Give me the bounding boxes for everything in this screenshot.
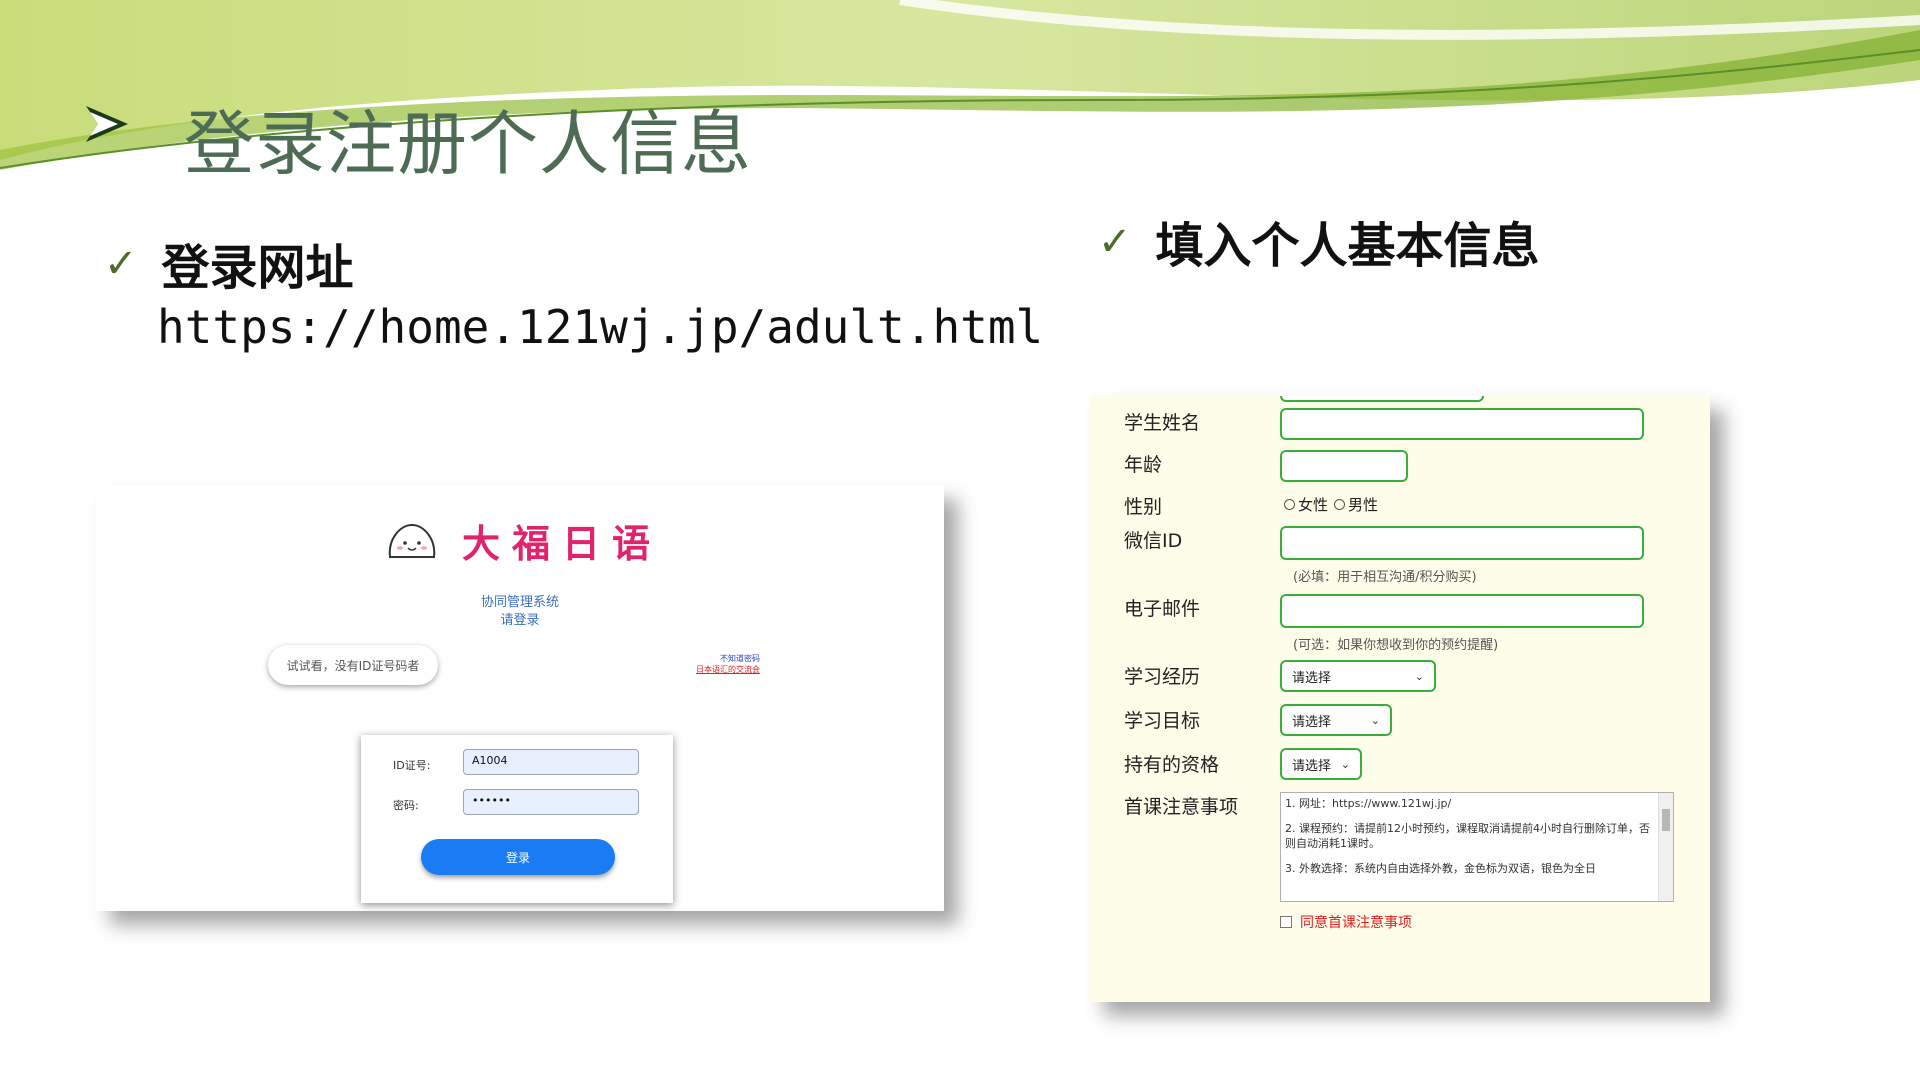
email-note: (可选：如果你想收到你的预约提醒) — [1293, 638, 1499, 653]
system-name: 协同管理系统 — [480, 595, 559, 610]
email-label: 电子邮件 — [1124, 598, 1201, 620]
reset-link[interactable]: 日本语汇的交流会 — [696, 664, 760, 675]
bullet-personal-info: ✓ 填入个人基本信息 — [1098, 218, 1540, 274]
email-input[interactable] — [1280, 594, 1644, 628]
password-label: 密码: — [393, 799, 419, 812]
wechat-label: 微信ID — [1124, 530, 1183, 552]
notes-scrollbar[interactable] — [1658, 793, 1673, 901]
brand-name: 大福日语 — [462, 522, 663, 566]
id-label: ID证号: — [393, 759, 431, 772]
password-input[interactable]: •••••• — [463, 789, 639, 815]
bullet-login-url-label: 登录网址 — [161, 240, 354, 296]
slide-title: 登录注册个人信息 — [184, 103, 752, 185]
agree-label: 同意首课注意事项 — [1300, 915, 1412, 931]
login-url: https://home.121wj.jp/adult.html — [157, 300, 1044, 354]
notes-line-2: 2. 课程预约：请提前12小时预约，课程取消请提前4小时自行删除订单，否则自动消… — [1285, 822, 1650, 850]
cert-label: 持有的资格 — [1124, 754, 1220, 776]
forgot-links: 不知道密码 日本语汇的交流会 — [696, 653, 760, 675]
chevron-down-icon: ⌄ — [1340, 757, 1350, 771]
wechat-input[interactable] — [1280, 526, 1644, 560]
login-page-screenshot: 大福日语 协同管理系统 请登录 试试看，没有ID证号码者 不知道密码 日本语汇的… — [96, 485, 944, 911]
history-select-value: 请选择 — [1292, 670, 1332, 686]
radio-female[interactable] — [1284, 499, 1295, 510]
title-arrow-icon — [86, 106, 128, 142]
notes-line-1: 1. 网址：https://www.121wj.jp/ — [1285, 797, 1452, 810]
login-form: ID证号: A1004 密码: •••••• 登录 — [361, 735, 673, 903]
checkmark-icon: ✓ — [1098, 219, 1132, 265]
bullet-personal-info-label: 填入个人基本信息 — [1155, 218, 1540, 274]
goal-label: 学习目标 — [1124, 710, 1201, 732]
id-input[interactable]: A1004 — [463, 749, 639, 775]
brand-header: 大福日语 — [386, 513, 662, 568]
gender-female-label: 女性 — [1298, 496, 1329, 514]
goal-select-value: 请选择 — [1292, 714, 1332, 730]
forgot-password-link[interactable]: 不知道密码 — [696, 653, 760, 664]
scroll-thumb[interactable] — [1662, 809, 1670, 831]
history-label: 学习经历 — [1124, 666, 1201, 688]
name-label: 学生姓名 — [1124, 412, 1201, 434]
gender-male-label: 男性 — [1348, 496, 1379, 514]
cert-select[interactable]: 请选择 ⌄ — [1280, 748, 1362, 780]
age-label: 年龄 — [1124, 454, 1163, 476]
name-input[interactable] — [1280, 408, 1644, 440]
chevron-down-icon: ⌄ — [1370, 713, 1380, 727]
agree-row: 同意首课注意事项 — [1280, 912, 1412, 932]
notes-textarea[interactable]: 1. 网址：https://www.121wj.jp/ 2. 课程预约：请提前1… — [1280, 792, 1674, 902]
wechat-note: (必填：用于相互沟通/积分购买) — [1293, 570, 1477, 585]
cert-select-value: 请选择 — [1292, 758, 1332, 774]
notes-line-3: 3. 外教选择：系统内自由选择外教，金色标为双语，银色为全日 — [1285, 862, 1596, 875]
radio-male[interactable] — [1334, 499, 1346, 510]
age-input[interactable] — [1280, 450, 1408, 482]
history-select[interactable]: 请选择 ⌄ — [1280, 660, 1436, 692]
agree-checkbox[interactable] — [1280, 916, 1292, 928]
notes-label: 首课注意事项 — [1124, 796, 1239, 818]
registration-form-screenshot: 学生姓名 年龄 性别 女性 男性 微信ID (必填：用于相互沟通/积分购买) 电… — [1090, 396, 1710, 1002]
try-without-id-button[interactable]: 试试看，没有ID证号码者 — [268, 645, 438, 685]
chevron-down-icon: ⌄ — [1414, 669, 1424, 683]
mochi-logo-icon — [388, 523, 436, 558]
checkmark-icon: ✓ — [104, 241, 138, 287]
bullet-login-url: ✓ 登录网址 — [104, 240, 354, 296]
gender-options: 女性 男性 — [1284, 494, 1378, 515]
gender-label: 性别 — [1124, 496, 1163, 518]
login-button[interactable]: 登录 — [421, 839, 615, 875]
login-prompt: 请登录 — [500, 613, 540, 628]
goal-select[interactable]: 请选择 ⌄ — [1280, 704, 1392, 736]
partial-field-top[interactable] — [1280, 396, 1484, 402]
